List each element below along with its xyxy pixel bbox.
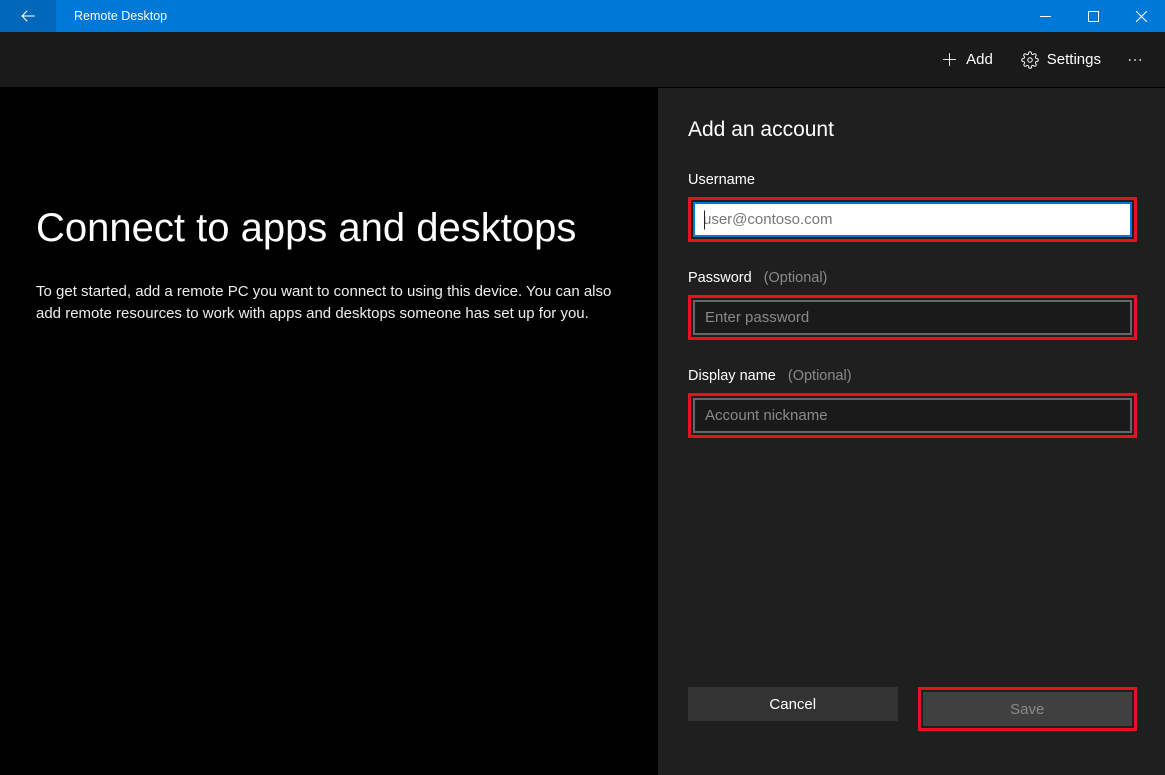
maximize-button[interactable]	[1069, 0, 1117, 32]
settings-button[interactable]: Settings	[1007, 45, 1115, 75]
display-name-highlight	[688, 393, 1137, 438]
password-label: Password	[688, 270, 752, 286]
panel-title: Add an account	[688, 118, 1137, 142]
window-controls	[1021, 0, 1165, 32]
page-title: Connect to apps and desktops	[36, 206, 622, 251]
password-highlight	[688, 295, 1137, 340]
ellipsis-icon	[1126, 51, 1144, 69]
back-arrow-icon	[19, 7, 37, 25]
more-button[interactable]	[1115, 51, 1155, 69]
back-button[interactable]	[0, 0, 56, 32]
settings-label: Settings	[1047, 51, 1101, 68]
main-pane: Connect to apps and desktops To get star…	[0, 88, 658, 775]
username-input[interactable]	[693, 202, 1132, 237]
display-name-label: Display name	[688, 368, 776, 384]
close-icon	[1136, 11, 1147, 22]
save-button[interactable]: Save	[923, 692, 1133, 726]
display-name-field-group: Display name (Optional)	[688, 368, 1137, 438]
app-title: Remote Desktop	[74, 9, 167, 23]
username-highlight	[688, 197, 1137, 242]
command-bar: Add Settings	[0, 32, 1165, 88]
username-label: Username	[688, 172, 1137, 188]
plus-icon	[941, 51, 958, 68]
display-name-input[interactable]	[693, 398, 1132, 433]
username-field-group: Username	[688, 172, 1137, 242]
cancel-button[interactable]: Cancel	[688, 687, 898, 721]
text-cursor	[704, 210, 705, 229]
button-row: Cancel Save	[688, 687, 1137, 731]
gear-icon	[1021, 51, 1039, 69]
display-name-label-row: Display name (Optional)	[688, 368, 1137, 384]
maximize-icon	[1088, 11, 1099, 22]
title-bar: Remote Desktop	[0, 0, 1165, 32]
page-description: To get started, add a remote PC you want…	[36, 281, 622, 325]
minimize-button[interactable]	[1021, 0, 1069, 32]
password-input[interactable]	[693, 300, 1132, 335]
close-button[interactable]	[1117, 0, 1165, 32]
minimize-icon	[1040, 11, 1051, 22]
password-label-row: Password (Optional)	[688, 270, 1137, 286]
display-name-optional: (Optional)	[788, 368, 852, 384]
password-field-group: Password (Optional)	[688, 270, 1137, 340]
add-label: Add	[966, 51, 993, 68]
password-optional: (Optional)	[764, 270, 828, 286]
workspace: Connect to apps and desktops To get star…	[0, 88, 1165, 775]
add-button[interactable]: Add	[927, 45, 1007, 74]
add-account-panel: Add an account Username Password (Option…	[658, 88, 1165, 775]
save-highlight: Save	[918, 687, 1138, 731]
